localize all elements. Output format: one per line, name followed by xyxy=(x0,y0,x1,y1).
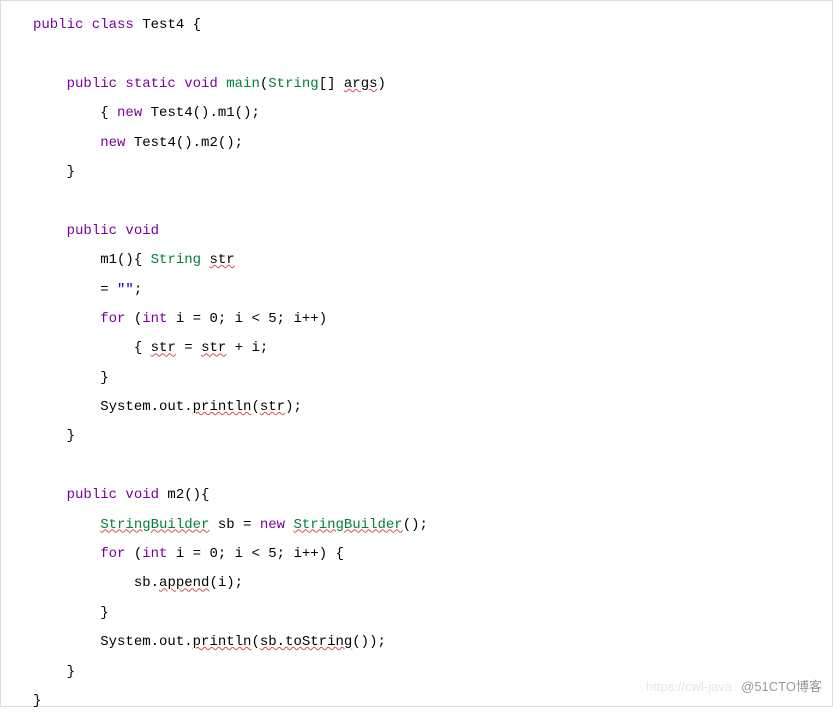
paren: ()); xyxy=(352,634,386,650)
for-cond: i = 0; i < 5; i++) xyxy=(167,311,327,327)
paren: ( xyxy=(260,76,268,92)
method-main: main xyxy=(226,76,260,92)
arg-args: args xyxy=(344,76,378,92)
string-literal: "" xyxy=(117,282,134,298)
code-block: public class Test4 { public static void … xyxy=(1,1,832,726)
stmt: + i; xyxy=(226,340,268,356)
keyword-new: new xyxy=(100,135,125,151)
brace: } xyxy=(67,164,75,180)
watermark: @51CTO博客 xyxy=(741,673,822,700)
eq: = xyxy=(176,340,201,356)
var-str: str xyxy=(151,340,176,356)
keyword-public-void: public void xyxy=(67,487,159,503)
eq: = xyxy=(100,282,117,298)
brace: { xyxy=(327,546,344,562)
keyword-new: new xyxy=(117,105,142,121)
brackets: [] xyxy=(319,76,344,92)
type-string: String xyxy=(268,76,318,92)
var-str: str xyxy=(260,399,285,415)
method-append: append xyxy=(159,575,209,591)
brace: } xyxy=(100,605,108,621)
for-cond: i = 0; i < 5; i++) xyxy=(167,546,327,562)
watermark-faint: https://cwl-java xyxy=(646,673,732,700)
paren: ( xyxy=(125,546,142,562)
method-m2: m2(){ xyxy=(159,487,209,503)
stmt: Test4().m1(); xyxy=(142,105,260,121)
brace: } xyxy=(67,664,75,680)
brace: } xyxy=(67,428,75,444)
keyword-new: new xyxy=(260,517,285,533)
eq: sb = xyxy=(209,517,259,533)
println: println xyxy=(193,399,252,415)
keyword-int: int xyxy=(142,546,167,562)
brace: } xyxy=(100,370,108,386)
semi: ; xyxy=(134,282,142,298)
paren: (i); xyxy=(209,575,243,591)
keyword-for: for xyxy=(100,546,125,562)
ctor-stringbuilder: StringBuilder xyxy=(293,517,402,533)
brace: { xyxy=(134,340,151,356)
brace: { xyxy=(100,105,117,121)
keyword-public-class: public class xyxy=(33,17,134,33)
method-m1: m1 xyxy=(100,252,117,268)
var-str: str xyxy=(209,252,234,268)
sb: sb. xyxy=(134,575,159,591)
sysout: System.out. xyxy=(100,399,192,415)
var-str: str xyxy=(201,340,226,356)
paren: ( xyxy=(251,399,259,415)
paren: ( xyxy=(125,311,142,327)
sysout: System.out. xyxy=(100,634,192,650)
type-string: String xyxy=(151,252,201,268)
keyword-public-void: public void xyxy=(67,223,159,239)
type-stringbuilder: StringBuilder xyxy=(100,517,209,533)
paren: ) xyxy=(378,76,386,92)
keyword-int: int xyxy=(142,311,167,327)
brace: { xyxy=(184,17,201,33)
method-tostring: sb.toString xyxy=(260,634,352,650)
class-name: Test4 xyxy=(142,17,184,33)
keyword-public-static-void: public static void xyxy=(67,76,218,92)
stmt: Test4().m2(); xyxy=(125,135,243,151)
paren: ); xyxy=(285,399,302,415)
println: println xyxy=(193,634,252,650)
paren: (); xyxy=(403,517,428,533)
brace: (){ xyxy=(117,252,151,268)
keyword-for: for xyxy=(100,311,125,327)
paren: ( xyxy=(251,634,259,650)
